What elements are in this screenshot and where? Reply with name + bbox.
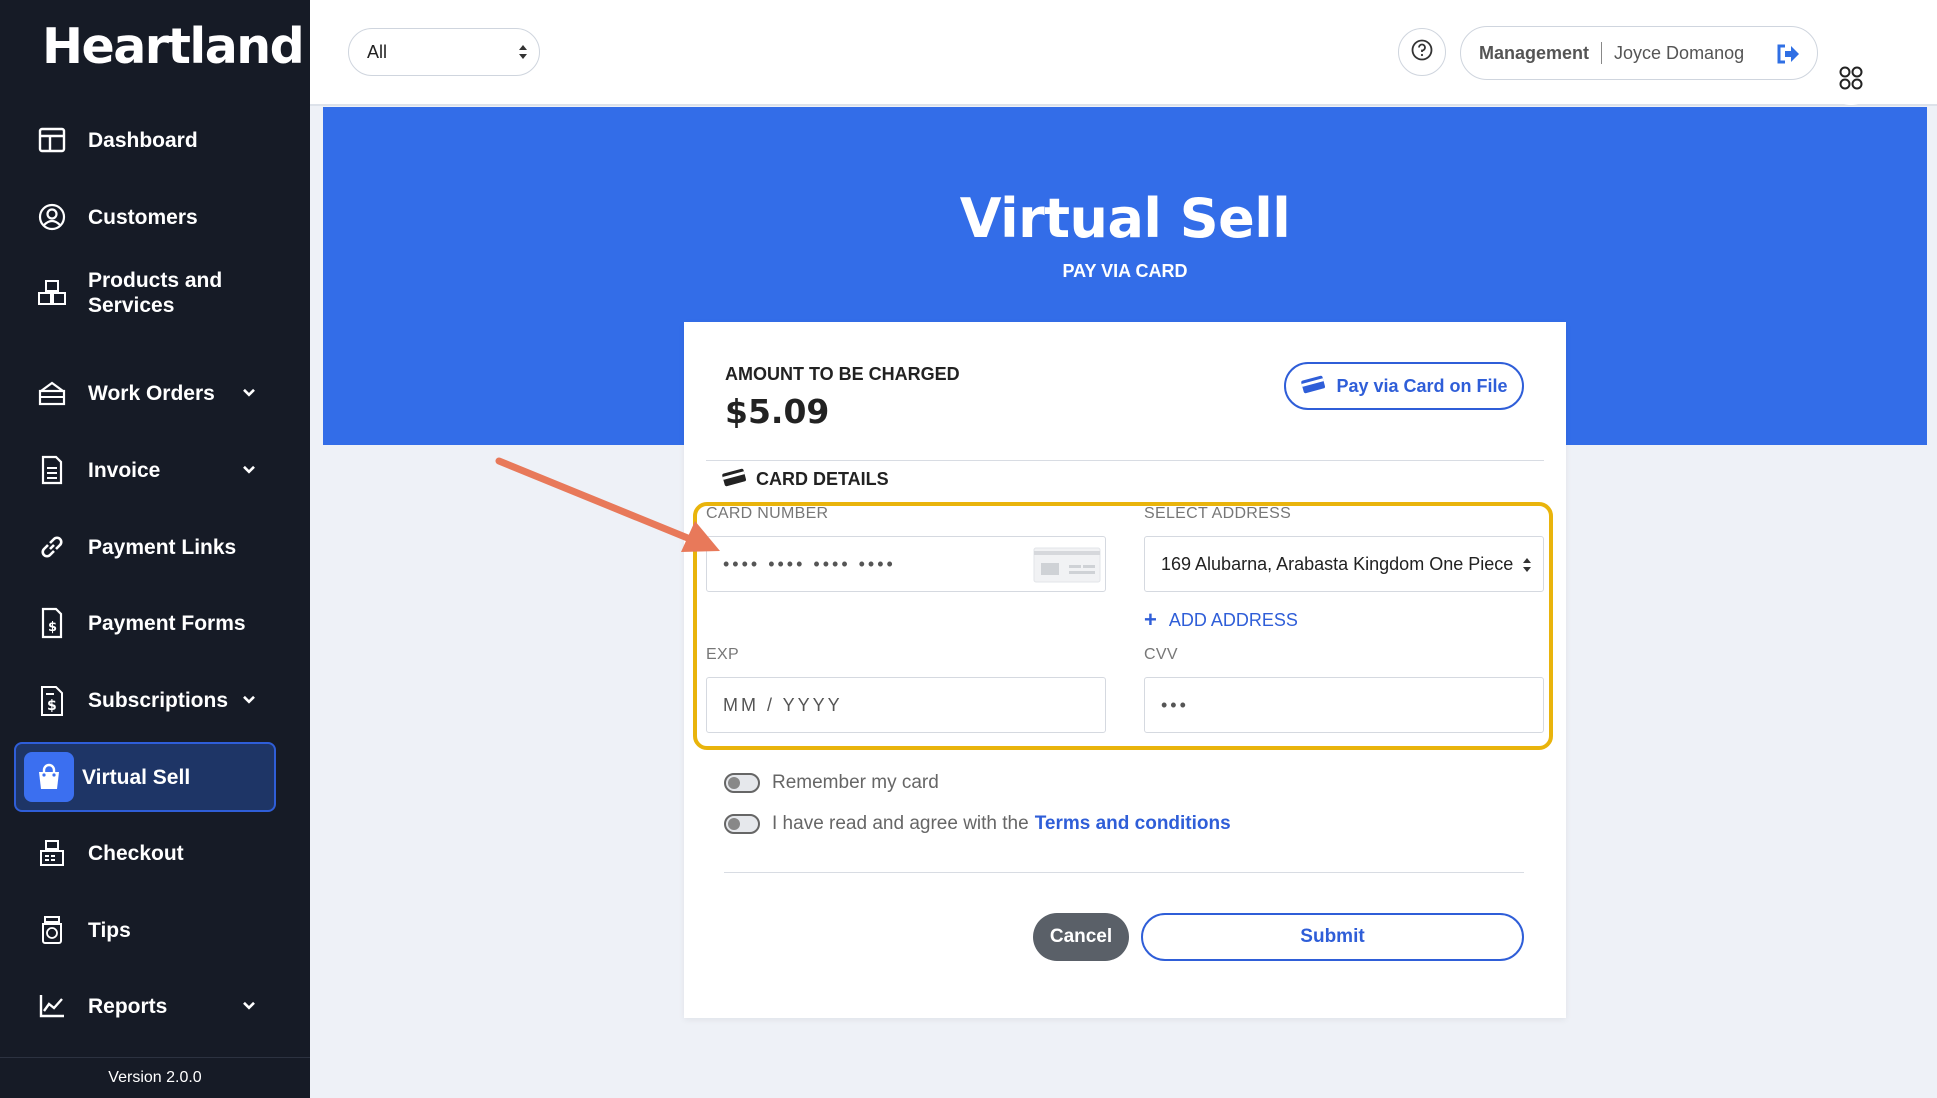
chevron-down-icon [242, 687, 256, 711]
question-icon [1411, 39, 1433, 66]
customers-icon [30, 203, 74, 231]
sidebar-item-label: Checkout [88, 841, 184, 865]
sidebar: Heartland Dashboard Customers Products a… [0, 0, 310, 1098]
sidebar-item-checkout[interactable]: Checkout [14, 818, 276, 888]
terms-link[interactable]: Terms and conditions [1035, 813, 1231, 835]
invoice-icon [30, 455, 74, 485]
card-brand-icon [1033, 547, 1101, 588]
pay-via-card-on-file-button[interactable]: Pay via Card on File [1284, 362, 1524, 410]
sidebar-item-payment-forms[interactable]: $ Payment Forms [14, 588, 276, 658]
sidebar-item-products-and-services[interactable]: Products and Services [14, 258, 276, 328]
divider [724, 872, 1524, 873]
sidebar-item-label: Invoice [88, 458, 161, 482]
apps-grid-icon [1838, 65, 1864, 96]
sidebar-item-reports[interactable]: Reports [14, 971, 276, 1041]
terms-toggle[interactable] [724, 814, 760, 834]
sidebar-item-virtual-sell[interactable]: Virtual Sell [14, 742, 276, 812]
sidebar-item-label: Work Orders [88, 381, 215, 405]
products-icon [30, 279, 74, 307]
card-details-label: CARD DETAILS [756, 469, 889, 489]
credit-card-icon [1300, 374, 1336, 399]
chevron-down-icon [242, 457, 256, 481]
brand-logo: Heartland [42, 18, 305, 75]
add-address-link[interactable]: + ADD ADDRESS [1144, 607, 1298, 633]
sidebar-item-invoice[interactable]: Invoice [14, 435, 276, 505]
sidebar-item-label: Products and Services [88, 269, 223, 317]
select-arrows-icon [517, 42, 529, 67]
tips-icon [30, 915, 74, 945]
cvv-placeholder: ••• [1161, 694, 1189, 715]
filter-value: All [367, 41, 388, 62]
select-arrows-icon [1521, 555, 1533, 580]
terms-label: I have read and agree with the [772, 813, 1029, 834]
sidebar-item-label: Dashboard [88, 128, 198, 152]
sidebar-item-dashboard[interactable]: Dashboard [14, 105, 276, 175]
management-label: Management [1479, 42, 1590, 63]
cancel-button[interactable]: Cancel [1033, 913, 1129, 961]
selected-address: 169 Alubarna, Arabasta Kingdom One Piece [1161, 553, 1514, 574]
sidebar-item-label: Payment Links [88, 535, 237, 559]
remember-card-toggle[interactable] [724, 773, 760, 793]
shopping-bag-icon [24, 752, 74, 802]
svg-text:$: $ [48, 620, 57, 635]
separator [1601, 42, 1603, 64]
link-icon [30, 533, 74, 561]
sidebar-item-label: Tips [88, 918, 131, 942]
remember-card-label: Remember my card [772, 772, 939, 793]
amount-value: $5.09 [725, 392, 830, 431]
logout-icon[interactable] [1775, 42, 1801, 71]
top-bar: All Management Joyce Domanog [310, 0, 1937, 106]
sidebar-item-label: Subscriptions [88, 688, 229, 712]
sidebar-item-label: Payment Forms [88, 611, 246, 635]
sidebar-item-work-orders[interactable]: Work Orders [14, 358, 276, 428]
exp-placeholder: MM / YYYY [723, 694, 843, 715]
address-select[interactable]: 169 Alubarna, Arabasta Kingdom One Piece [1144, 536, 1544, 592]
remember-card-row: Remember my card [724, 772, 939, 794]
chevron-down-icon [242, 993, 256, 1017]
exp-label: EXP [706, 646, 739, 663]
sidebar-item-payment-links[interactable]: Payment Links [14, 512, 276, 582]
select-address-label: SELECT ADDRESS [1144, 505, 1292, 522]
reports-icon [30, 993, 74, 1019]
page-title: Virtual Sell [959, 187, 1291, 250]
cvv-input[interactable]: ••• [1144, 677, 1544, 733]
card-number-input[interactable]: •••• •••• •••• •••• [706, 536, 1106, 592]
payment-forms-icon: $ [30, 607, 74, 639]
sidebar-item-label: Virtual Sell [82, 765, 191, 789]
user-name: Joyce Domanog [1614, 42, 1745, 63]
card-number-placeholder: •••• •••• •••• •••• [723, 553, 896, 574]
checkout-icon [30, 839, 74, 867]
sidebar-item-label: Reports [88, 994, 168, 1018]
divider [706, 460, 1544, 461]
terms-row: I have read and agree with the Terms and… [724, 813, 1231, 835]
card-details-heading: CARD DETAILS [722, 467, 889, 492]
add-address-label: ADD ADDRESS [1168, 609, 1298, 630]
sidebar-item-tips[interactable]: Tips [14, 895, 276, 965]
pay-on-file-label: Pay via Card on File [1336, 375, 1508, 396]
work-orders-icon [30, 379, 74, 407]
payment-card: AMOUNT TO BE CHARGED $5.09 Pay via Card … [684, 322, 1566, 1018]
apps-button[interactable] [1826, 55, 1876, 105]
cvv-label: CVV [1144, 646, 1178, 663]
page-subtitle: PAY VIA CARD [1062, 261, 1188, 281]
annotation-arrow [495, 457, 720, 552]
subscriptions-icon: $ [30, 683, 74, 717]
chevron-down-icon [242, 380, 256, 404]
dashboard-icon [30, 127, 74, 153]
sidebar-item-subscriptions[interactable]: $ Subscriptions [14, 665, 276, 735]
plus-icon: + [1144, 607, 1157, 632]
svg-text:$: $ [47, 698, 57, 714]
sidebar-item-customers[interactable]: Customers [14, 182, 276, 252]
user-menu[interactable]: Management Joyce Domanog [1460, 26, 1818, 80]
help-button[interactable] [1398, 28, 1446, 76]
submit-button[interactable]: Submit [1141, 913, 1524, 961]
exp-input[interactable]: MM / YYYY [706, 677, 1106, 733]
location-filter-select[interactable]: All [348, 28, 540, 76]
amount-label: AMOUNT TO BE CHARGED [725, 364, 960, 384]
sidebar-item-label: Customers [88, 205, 198, 229]
version-label: Version 2.0.0 [0, 1057, 310, 1098]
